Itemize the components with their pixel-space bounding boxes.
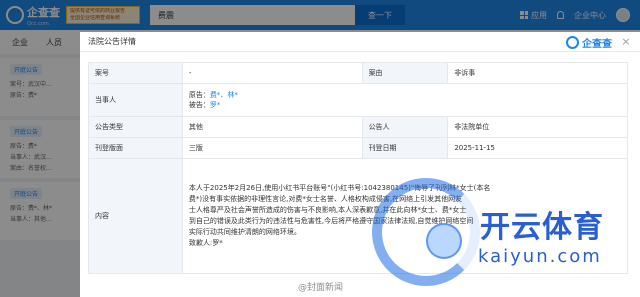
qcc-logo-icon [566,36,579,49]
announcer-value: 非法院单位 [447,116,628,138]
modal-header: 法院公告详情 企查查 × [80,32,640,52]
cause-label: 案由 [361,62,449,84]
party-value: 原告：费*、林* 被告：罗* [181,83,629,117]
modal-title: 法院公告详情 [88,37,136,46]
table-row: 刊登版面 三版 刊登日期 2025-11-15 [88,137,628,159]
table-row: 公告类型 其他 公告人 非法院单位 [88,116,628,138]
date-value: 2025-11-15 [447,137,628,159]
case-no-label: 案号 [88,62,183,84]
case-no-value: - [181,62,363,84]
watermark-brand: 开云体育 [480,210,604,245]
table-row: 案号 - 案由 非诉事 [88,62,628,84]
watermark-ball-icon [426,223,462,259]
announcer-label: 公告人 [361,116,449,138]
modal-logo: 企查查 [566,35,612,50]
close-icon[interactable]: × [620,36,632,48]
modal-logo-text: 企查查 [582,39,612,50]
watermark-weibo: @封面新闻 [298,283,344,293]
type-label: 公告类型 [88,116,183,138]
cause-value: 非诉事 [447,62,628,84]
content-label: 内容 [88,158,183,274]
defendant-prefix: 被告： [188,101,210,109]
type-value: 其他 [181,116,363,138]
layout-label: 刊登版面 [88,137,183,159]
plaintiff-prefix: 原告： [188,91,210,99]
layout-value: 三版 [181,137,363,159]
defendant-link[interactable]: 罗* [210,101,221,109]
party-label: 当事人 [88,83,183,117]
watermark-logo-ring [372,178,480,286]
table-row: 当事人 原告：费*、林* 被告：罗* [88,83,629,117]
plaintiff-link[interactable]: 费*、林* [210,91,238,99]
watermark-url: kaiyun.com [478,246,602,267]
date-label: 刊登日期 [361,137,449,159]
